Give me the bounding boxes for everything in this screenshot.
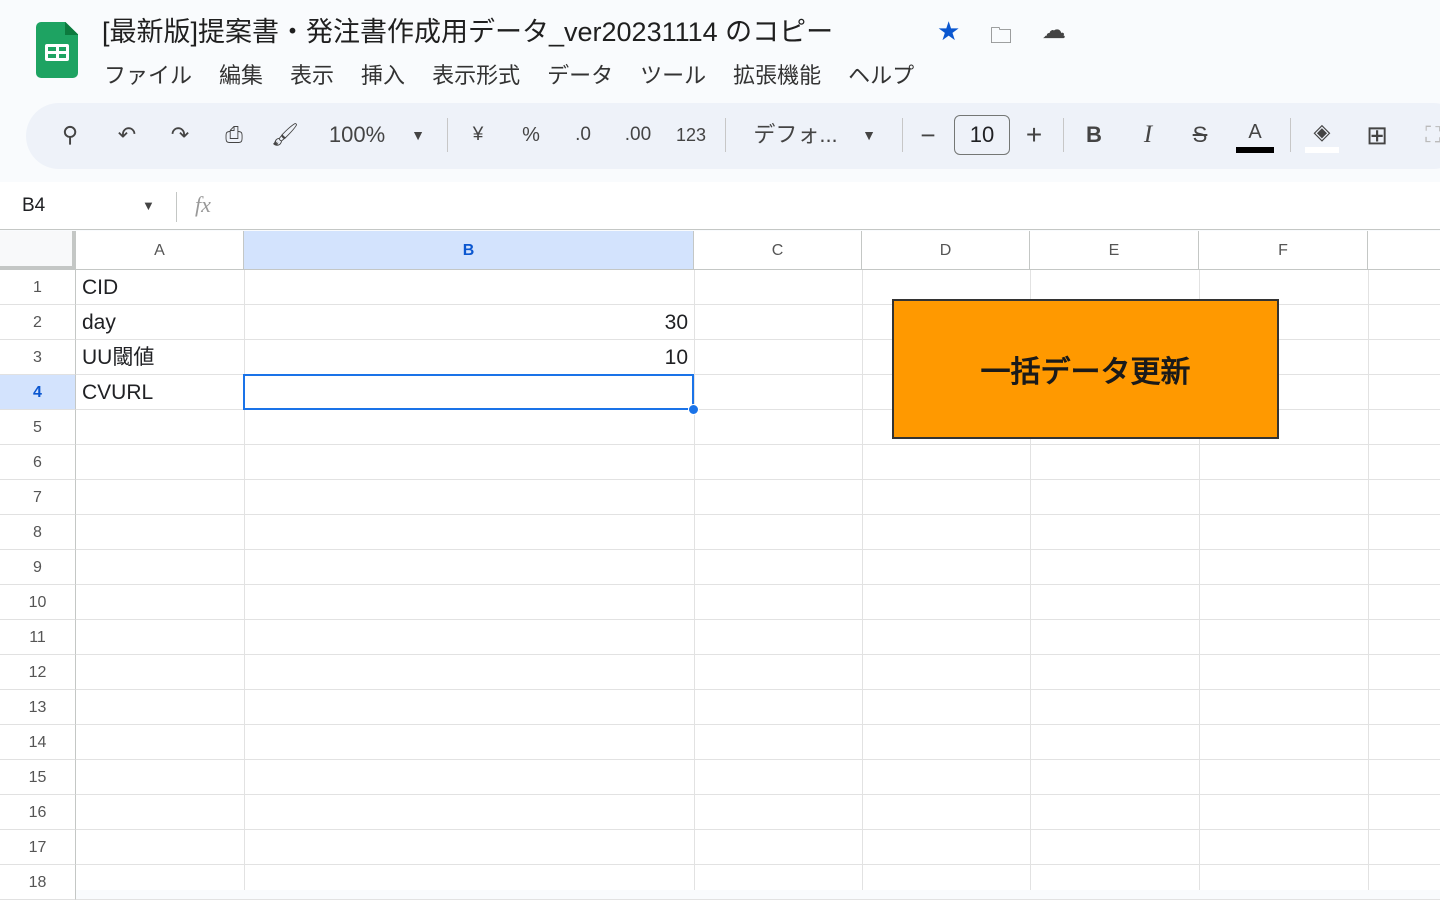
chevron-down-icon[interactable]: ▼: [857, 117, 881, 153]
text-color-button[interactable]: A: [1236, 117, 1274, 153]
font-select[interactable]: デフォ...: [748, 117, 843, 153]
cell-b3[interactable]: 10: [244, 340, 694, 375]
row-gridline: [76, 724, 1440, 725]
borders-icon[interactable]: ⊞: [1362, 117, 1392, 153]
number-format-button[interactable]: 123: [672, 117, 710, 153]
menu-help[interactable]: ヘルプ: [848, 58, 914, 90]
column-header-b[interactable]: B: [244, 231, 694, 270]
paint-format-icon[interactable]: 🖌: [270, 117, 300, 153]
row-gridline: [76, 759, 1440, 760]
cell-b2[interactable]: 30: [244, 305, 694, 340]
font-size-input[interactable]: 10: [954, 115, 1010, 155]
row-header-10[interactable]: 10: [0, 585, 76, 620]
row-header-12[interactable]: 12: [0, 655, 76, 690]
cell-a2[interactable]: day: [76, 305, 122, 340]
row-header-14[interactable]: 14: [0, 725, 76, 760]
zoom-select[interactable]: 100%: [322, 117, 392, 153]
fx-label: fx: [195, 192, 211, 217]
menu-edit[interactable]: 編集: [219, 58, 263, 90]
row-header-7[interactable]: 7: [0, 480, 76, 515]
row-gridline: [76, 619, 1440, 620]
fill-handle[interactable]: [688, 404, 699, 415]
row-header-16[interactable]: 16: [0, 795, 76, 830]
increase-decimal-button[interactable]: .00: [620, 117, 656, 153]
increase-font-size-button[interactable]: +: [1020, 117, 1048, 153]
currency-format-button[interactable]: ¥: [465, 117, 491, 153]
name-box[interactable]: B4: [22, 195, 45, 217]
row-header-9[interactable]: 9: [0, 550, 76, 585]
cloud-status-icon[interactable]: ☁: [1042, 16, 1066, 45]
row-header-2[interactable]: 2: [0, 305, 76, 340]
row-gridline: [76, 479, 1440, 480]
row-gridline: [76, 829, 1440, 830]
row-gridline: [76, 514, 1440, 515]
menu-data[interactable]: データ: [547, 58, 613, 90]
column-header-c[interactable]: C: [694, 231, 862, 270]
row-header-18[interactable]: 18: [0, 865, 76, 900]
column-header-f[interactable]: F: [1199, 231, 1368, 270]
row-header-17[interactable]: 17: [0, 830, 76, 865]
print-icon[interactable]: ⎙: [218, 117, 250, 153]
row-header-11[interactable]: 11: [0, 620, 76, 655]
bold-button[interactable]: B: [1080, 117, 1108, 153]
row-gridline: [76, 444, 1440, 445]
star-icon[interactable]: ★: [937, 16, 960, 47]
cell-a4[interactable]: CVURL: [76, 375, 159, 410]
column-header-g[interactable]: [1368, 231, 1440, 270]
cell-a3[interactable]: UU閾値: [76, 340, 160, 375]
italic-button[interactable]: I: [1134, 117, 1162, 153]
menu-view[interactable]: 表示: [290, 58, 334, 90]
row-header-8[interactable]: 8: [0, 515, 76, 550]
sheets-logo[interactable]: [36, 22, 78, 78]
decrease-decimal-button[interactable]: .0: [566, 117, 600, 153]
row-gridline: [76, 689, 1440, 690]
move-folder-icon[interactable]: 🗀: [990, 19, 1012, 57]
column-header-e[interactable]: E: [1030, 231, 1199, 270]
menu-file[interactable]: ファイル: [104, 58, 192, 90]
column-header-a[interactable]: A: [76, 231, 244, 270]
row-header-13[interactable]: 13: [0, 690, 76, 725]
fill-color-icon[interactable]: ◈: [1305, 117, 1339, 153]
percent-format-button[interactable]: %: [518, 117, 544, 153]
row-header-6[interactable]: 6: [0, 445, 76, 480]
redo-icon[interactable]: ↷: [165, 117, 195, 153]
menu-extensions[interactable]: 拡張機能: [733, 58, 821, 90]
selected-cell-b4[interactable]: [243, 374, 694, 410]
row-header-15[interactable]: 15: [0, 760, 76, 795]
search-icon[interactable]: ⚲: [55, 117, 85, 153]
select-all-corner[interactable]: [0, 231, 76, 270]
strikethrough-icon[interactable]: S: [1186, 117, 1214, 153]
row-gridline: [76, 794, 1440, 795]
row-header-3[interactable]: 3: [0, 340, 76, 375]
menu-tools[interactable]: ツール: [640, 58, 706, 90]
row-gridline: [76, 654, 1440, 655]
row-gridline: [76, 549, 1440, 550]
menu-insert[interactable]: 挿入: [361, 58, 405, 90]
document-title[interactable]: [最新版]提案書・発注書作成用データ_ver20231114 のコピー: [102, 10, 833, 49]
chevron-down-icon[interactable]: ▼: [142, 198, 155, 213]
column-header-d[interactable]: D: [862, 231, 1030, 270]
row-header-1[interactable]: 1: [0, 270, 76, 305]
chevron-down-icon[interactable]: ▼: [405, 117, 431, 153]
row-header-5[interactable]: 5: [0, 410, 76, 445]
cell-a1[interactable]: CID: [76, 270, 124, 305]
formula-input[interactable]: [240, 188, 1430, 224]
menu-format[interactable]: 表示形式: [432, 58, 520, 90]
bulk-update-button[interactable]: 一括データ更新: [892, 299, 1279, 439]
row-gridline: [76, 864, 1440, 865]
merge-cells-icon[interactable]: ⛶: [1418, 117, 1440, 153]
undo-icon[interactable]: ↶: [112, 117, 142, 153]
row-gridline: [76, 584, 1440, 585]
menu-bar: ファイル 編集 表示 挿入 表示形式 データ ツール 拡張機能 ヘルプ: [104, 58, 914, 90]
decrease-font-size-button[interactable]: −: [915, 117, 941, 153]
row-header-4[interactable]: 4: [0, 375, 76, 410]
